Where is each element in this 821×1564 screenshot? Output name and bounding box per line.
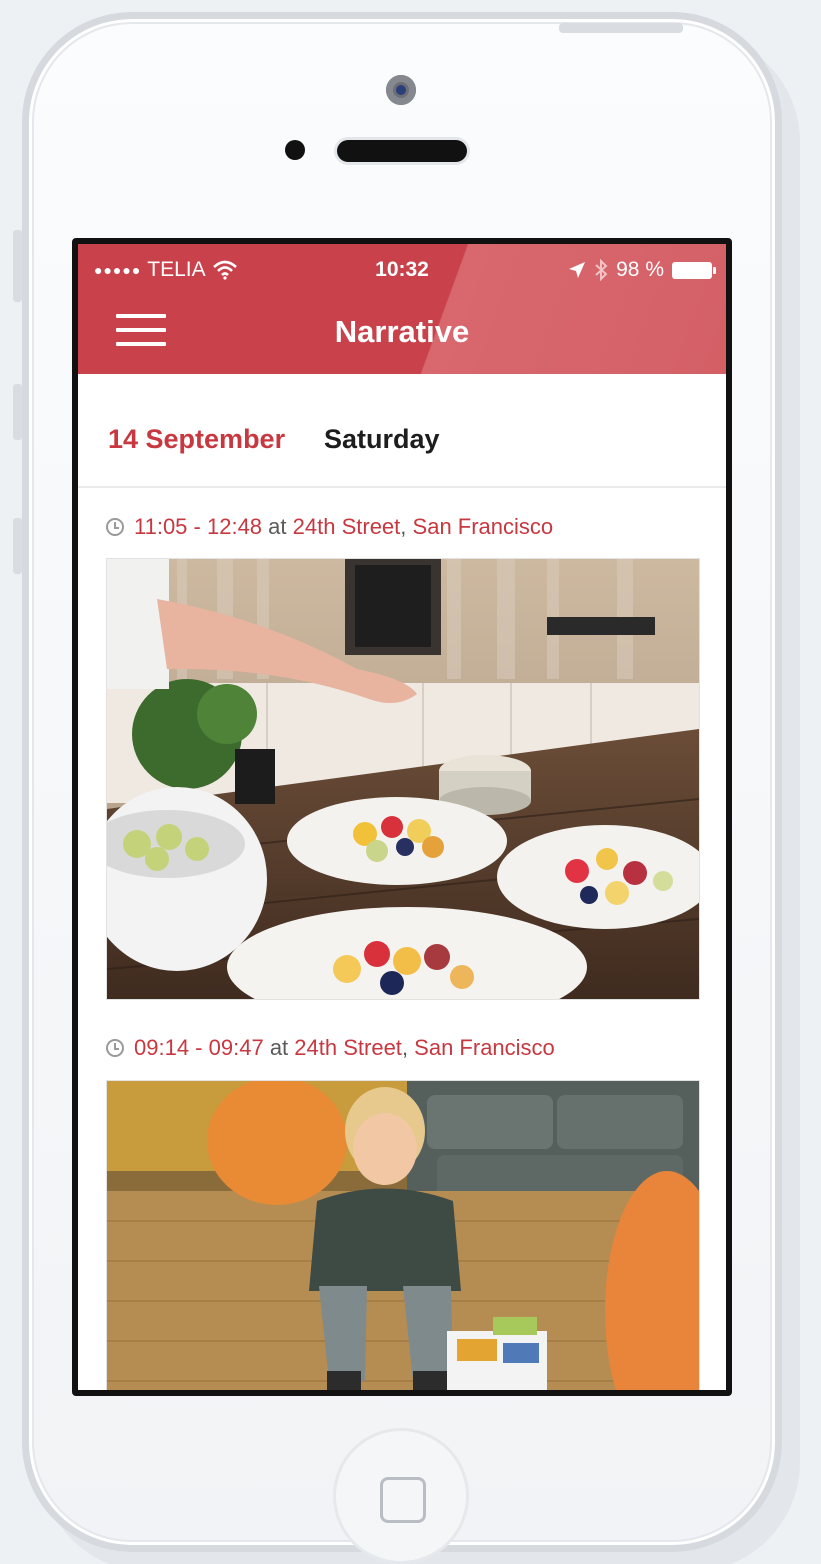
power-button [559, 23, 683, 33]
moment-meta: 11:05 - 12:48 at 24th Street , San Franc… [106, 514, 553, 540]
moment-photo[interactable] [106, 558, 700, 1000]
clock-icon [106, 1039, 124, 1057]
moment-photo[interactable] [106, 1080, 700, 1390]
moment-city-link[interactable]: San Francisco [414, 1035, 555, 1061]
battery-percent: 98 % [616, 258, 664, 281]
app-header: ●●●●● TELIA 10:32 98 % Narrative [78, 244, 726, 374]
child-playing-photo [107, 1081, 699, 1390]
moment-at-label: at [268, 514, 287, 539]
nav-bar: Narrative [78, 290, 726, 374]
fruit-table-photo [107, 559, 699, 999]
volume-up-button [13, 384, 22, 440]
battery-icon [672, 261, 716, 279]
status-bar: ●●●●● TELIA 10:32 98 % [78, 244, 726, 290]
moment-start-time: 11:05 [134, 514, 188, 539]
moment-street-link[interactable]: 24th Street [293, 514, 401, 540]
moment-end-time: 12:48 [206, 514, 263, 539]
mute-switch [13, 230, 22, 302]
proximity-sensor [285, 140, 305, 160]
clock-icon [106, 518, 124, 536]
volume-down-button [13, 518, 22, 574]
moment-street-link[interactable]: 24th Street [294, 1035, 402, 1061]
home-button[interactable] [333, 1428, 469, 1564]
moment-meta: 09:14 - 09:47 at 24th Street , San Franc… [106, 1035, 555, 1061]
front-camera [386, 75, 416, 105]
bluetooth-icon [595, 259, 608, 281]
moment-city-link[interactable]: San Francisco [413, 514, 554, 540]
location-arrow-icon [569, 262, 586, 278]
moment-start-time: 09:14 [134, 1035, 190, 1060]
phone-screen: ●●●●● TELIA 10:32 98 % Narrative 14 Sept… [72, 238, 732, 1396]
moment-end-time: 09:47 [208, 1035, 264, 1060]
date-label: 14 September [108, 424, 286, 454]
app-screen: ●●●●● TELIA 10:32 98 % Narrative 14 Sept… [78, 244, 726, 1390]
date-header: 14 September Saturday [78, 374, 726, 488]
page-title: Narrative [334, 314, 470, 349]
earpiece-speaker [337, 140, 467, 162]
weekday-label: Saturday [324, 424, 440, 454]
moment-at-label: at [269, 1035, 289, 1060]
